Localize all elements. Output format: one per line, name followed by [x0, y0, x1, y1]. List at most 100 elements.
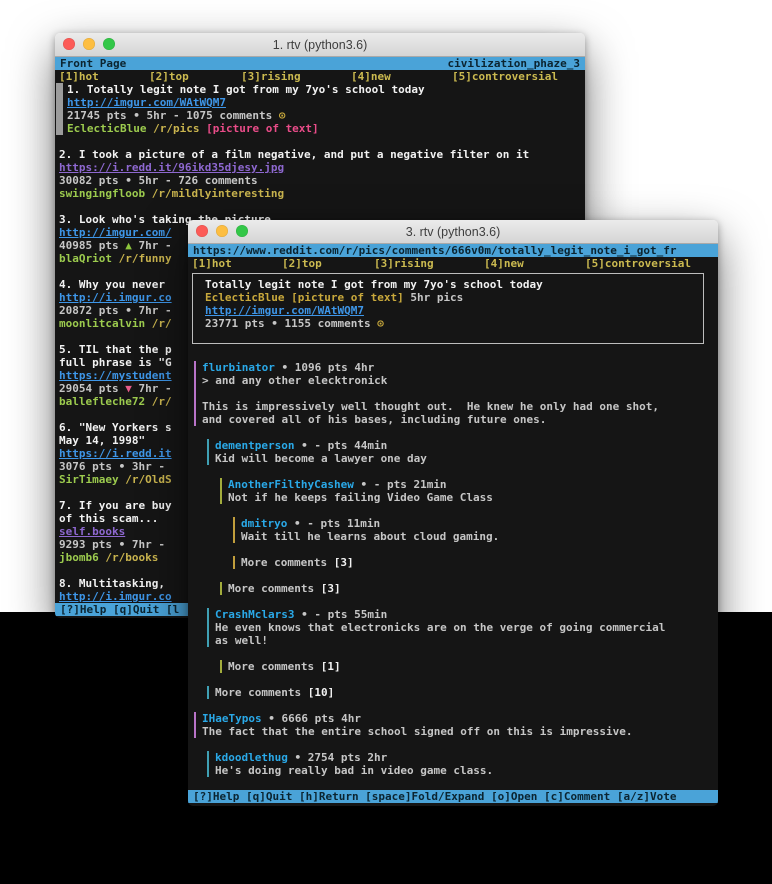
more-comments-count[interactable]: [1] [321, 660, 341, 673]
post-title[interactable]: 2. I took a picture of a film negative, … [59, 148, 529, 161]
link-url[interactable]: http://i.imgur.co [59, 590, 172, 603]
comment-author[interactable]: flurbinator [202, 361, 275, 374]
sort-tab-2[interactable]: [2]top [282, 257, 322, 270]
terminal-row: 2. I took a picture of a film negative, … [55, 148, 585, 161]
text: More comments [228, 660, 321, 673]
window-controls [196, 225, 248, 237]
terminal-row: This is impressively well thought out. H… [188, 400, 718, 413]
sort-tab-4[interactable]: [4]new [351, 70, 391, 83]
text: 20872 pts • 7hr - [59, 304, 172, 317]
sort-tab-3[interactable]: [3]rising [241, 70, 301, 83]
minimize-button[interactable] [83, 38, 95, 50]
more-comments-count[interactable]: [10] [308, 686, 335, 699]
post-title[interactable]: 6. "New Yorkers s [59, 421, 172, 434]
text: • 2754 pts 2hr [288, 751, 387, 764]
titlebar[interactable]: 3. rtv (python3.6) [188, 220, 718, 244]
post-title[interactable]: 5. TIL that the p [59, 343, 172, 356]
sort-tab-2[interactable]: [2]top [149, 70, 189, 83]
link-url[interactable]: https://i.redd.it [59, 447, 172, 460]
post-title[interactable]: 1. Totally legit note I got from my 7yo'… [67, 83, 425, 96]
downvote-arrow-icon: ▼ [125, 382, 132, 395]
comment-depth-bar [194, 374, 196, 387]
comment-author[interactable]: IHaeTypos [202, 712, 262, 725]
comment-depth-bar [207, 751, 209, 764]
post-title[interactable]: full phrase is "G [59, 356, 172, 369]
terminal-row: More comments [3] [188, 556, 718, 569]
comment-depth-bar [233, 530, 235, 543]
terminal-row [188, 647, 718, 660]
link-url[interactable]: http://i.imgur.co [59, 291, 172, 304]
terminal-row: Wait till he learns about cloud gaming. [188, 530, 718, 543]
more-comments-count[interactable]: [3] [334, 556, 354, 569]
gilded-icon: ⊙ [377, 317, 384, 330]
comment-author[interactable]: dmitryo [241, 517, 287, 530]
terminal-row: http://imgur.com/WAtWQM7 [201, 304, 703, 317]
post-title[interactable]: 7. If you are buy [59, 499, 172, 512]
link-url[interactable]: http://imgur.com/WAtWQM7 [67, 96, 226, 109]
terminal-row [188, 699, 718, 712]
terminal-row: AnotherFilthyCashew • - pts 21min [188, 478, 718, 491]
titlebar[interactable]: 1. rtv (python3.6) [55, 33, 585, 57]
terminal-row: swingingfloob /r/mildlyinteresting [55, 187, 585, 200]
text: > and any other elecktronick [202, 374, 387, 387]
text: More comments [228, 582, 321, 595]
link-url-visited[interactable]: https://i.redd.it/96ikd35djesy.jpg [59, 161, 284, 174]
link-url-visited[interactable]: self.books [59, 525, 125, 538]
text: 21745 pts • 5hr - 1075 comments [67, 109, 279, 122]
post-title[interactable]: 8. Multitasking, [59, 577, 172, 590]
author-name: jbomb6 [59, 551, 99, 564]
zoom-button[interactable] [236, 225, 248, 237]
comment-author[interactable]: dementperson [215, 439, 294, 452]
sort-tab-4[interactable]: [4]new [484, 257, 524, 270]
link-url[interactable]: http://imgur.com/WAtWQM7 [205, 304, 364, 317]
comment-depth-bar [194, 725, 196, 738]
text: Kid will become a lawyer one day [215, 452, 427, 465]
text: 7hr - [132, 239, 178, 252]
more-comments-count[interactable]: [3] [321, 582, 341, 595]
comment-author[interactable]: kdoodlethug [215, 751, 288, 764]
link-url[interactable]: https://mystudent [59, 369, 172, 382]
terminal-row: dmitryo • - pts 11min [188, 517, 718, 530]
post-title[interactable]: Totally legit note I got from my 7yo's s… [205, 278, 543, 291]
minimize-button[interactable] [216, 225, 228, 237]
text: 23771 pts • 1155 comments [205, 317, 377, 330]
close-button[interactable] [196, 225, 208, 237]
sort-tab-1[interactable]: [1]hot [192, 257, 232, 270]
terminal-row: 21745 pts • 5hr - 1075 comments ⊙ [55, 109, 585, 122]
submission-box[interactable]: Totally legit note I got from my 7yo's s… [192, 273, 704, 344]
terminal-row: Not if he keeps failing Video Game Class [188, 491, 718, 504]
sort-tab-1[interactable]: [1]hot [59, 70, 99, 83]
comment-author[interactable]: AnotherFilthyCashew [228, 478, 354, 491]
post-title[interactable]: May 14, 1998" [59, 434, 145, 447]
status-footer: [?]Help [q]Quit [h]Return [space]Fold/Ex… [188, 790, 718, 803]
submission-url: https://www.reddit.com/r/pics/comments/6… [193, 244, 676, 257]
subreddit-name: /r/pics [153, 122, 199, 135]
comment-author[interactable]: CrashMclars3 [215, 608, 294, 621]
comment-depth-bar [207, 634, 209, 647]
terminal-row: EclecticBlue [picture of text] 5hr pics [201, 291, 703, 304]
terminal-row [55, 135, 585, 148]
link-url[interactable]: http://imgur.com/ [59, 226, 172, 239]
comment-depth-bar [220, 660, 222, 673]
post-title[interactable]: 4. Why you never [59, 278, 172, 291]
close-button[interactable] [63, 38, 75, 50]
terminal-row: and covered all of his bases, including … [188, 413, 718, 426]
text: as well! [215, 634, 268, 647]
post-title[interactable]: of this scam... [59, 512, 158, 525]
window-controls [63, 38, 115, 50]
sort-tab-5[interactable]: [5]controversial [452, 70, 558, 83]
sort-tab-5[interactable]: [5]controversial [585, 257, 691, 270]
text: • 1096 pts 4hr [275, 361, 374, 374]
terminal-row [188, 426, 718, 439]
text: Wait till he learns about cloud gaming. [241, 530, 499, 543]
text: 5hr pics [404, 291, 464, 304]
subreddit-name: /r/OldS [125, 473, 171, 486]
window-title: 3. rtv (python3.6) [406, 225, 501, 239]
submission-details: Totally legit note I got from my 7yo's s… [201, 278, 703, 330]
comment-depth-bar [207, 608, 209, 621]
author-name: swingingfloob [59, 187, 145, 200]
terminal-row: dementperson • - pts 44min [188, 439, 718, 452]
sort-tab-3[interactable]: [3]rising [374, 257, 434, 270]
zoom-button[interactable] [103, 38, 115, 50]
terminal-row: 30082 pts • 5hr - 726 comments [55, 174, 585, 187]
